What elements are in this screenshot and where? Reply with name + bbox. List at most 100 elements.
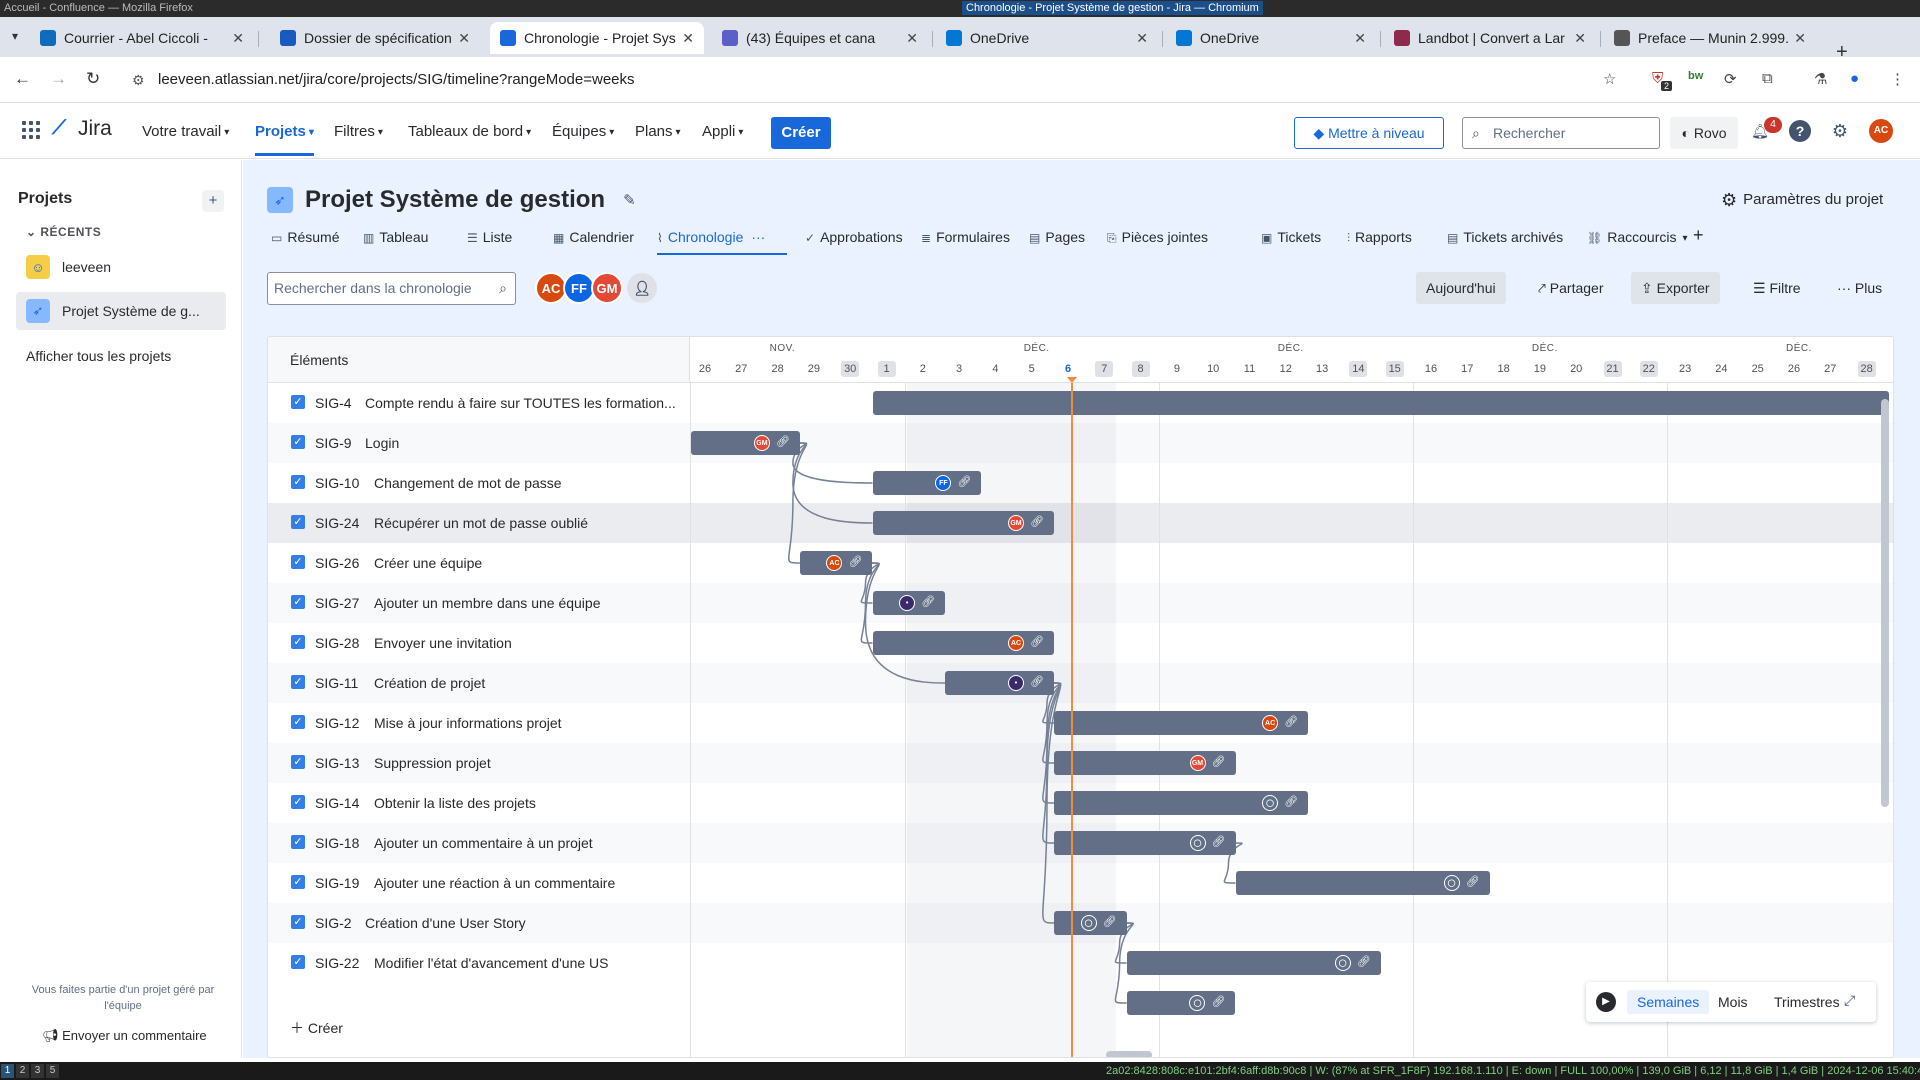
link-icon[interactable]: 🔗︎ xyxy=(1211,995,1225,1008)
labs-flask-icon[interactable]: ⚗ xyxy=(1814,70,1827,88)
browser-tab[interactable]: Dossier de spécification ✕ xyxy=(270,22,480,54)
link-icon[interactable]: 🔗︎ xyxy=(921,595,935,608)
link-icon[interactable]: 🔗︎ xyxy=(1357,955,1371,968)
timeline-bar[interactable]: ◯ 🔗︎ xyxy=(1126,951,1381,975)
timeline-bar[interactable]: GM 🔗︎ xyxy=(872,511,1054,535)
browser-tab[interactable]: Preface — Munin 2.999. ✕ xyxy=(1604,22,1816,54)
tab-tableau[interactable]: ▥ Tableau xyxy=(363,229,428,245)
link-icon[interactable]: 🔗︎ xyxy=(1030,635,1044,648)
tab-list-chevron-icon[interactable]: ▾ xyxy=(12,29,18,43)
rovo-button[interactable]: ◐ Rovo xyxy=(1670,117,1738,149)
settings-gear-icon[interactable]: ⚙ xyxy=(1829,120,1851,142)
workspace-2[interactable]: 2 xyxy=(16,1064,29,1078)
tab-rapports[interactable]: ⫶ Rapports xyxy=(1347,229,1412,246)
browser-menu-icon[interactable]: ⋮ xyxy=(1890,70,1905,88)
timeline-bar[interactable]: AC 🔗︎ xyxy=(1054,711,1309,735)
site-settings-icon[interactable]: ⚙ xyxy=(132,65,145,95)
create-button[interactable]: Créer xyxy=(771,117,831,149)
nav-tableaux-de-bord[interactable]: Tableaux de bord ▾ xyxy=(408,123,531,140)
back-arrow-icon[interactable]: ← xyxy=(14,69,31,89)
avatar-filter-gm[interactable]: GM xyxy=(591,272,623,304)
link-icon[interactable]: 🔗︎ xyxy=(1284,715,1298,728)
tab-approbations[interactable]: ✓ Approbations xyxy=(805,229,903,245)
add-tab-button[interactable]: + xyxy=(1693,225,1704,246)
browser-tab[interactable]: Courrier - Abel Ciccoli - ✕ xyxy=(30,22,254,54)
tab-raccourcis[interactable]: ⛓ Raccourcis ▾ xyxy=(1587,229,1688,245)
create-issue-button[interactable]: ＋ Créer xyxy=(290,1018,343,1038)
help-icon[interactable]: ? xyxy=(1789,120,1811,142)
timeline-bar[interactable]: • 🔗︎ xyxy=(945,671,1054,695)
timeline-bar[interactable]: ◯ 🔗︎ xyxy=(1126,991,1236,1015)
tab-pages[interactable]: ▤ Pages xyxy=(1029,229,1085,245)
close-tab-icon[interactable]: ✕ xyxy=(1794,30,1806,47)
browser-tab[interactable]: Chronologie - Projet Sys ✕ xyxy=(490,22,704,54)
link-icon[interactable]: 🔗︎ xyxy=(1284,795,1298,808)
workspace-3[interactable]: 3 xyxy=(31,1064,44,1078)
timeline-bar[interactable]: AC 🔗︎ xyxy=(799,551,873,575)
timeline-bar[interactable]: • 🔗︎ xyxy=(872,591,946,615)
sidebar-item-leeveen[interactable]: ☺ leeveen xyxy=(16,248,226,286)
browser-tab[interactable]: OneDrive ✕ xyxy=(1166,22,1376,54)
today-button[interactable]: Aujourd'hui xyxy=(1416,272,1506,304)
link-icon[interactable]: 🔗︎ xyxy=(1103,915,1117,928)
link-icon[interactable]: 🔗︎ xyxy=(1466,875,1480,888)
filter-button[interactable]: ☰ Filtre xyxy=(1743,272,1811,304)
add-project-button[interactable]: + xyxy=(202,190,224,212)
chevron-down-icon[interactable]: ▾ xyxy=(1682,233,1687,244)
close-tab-icon[interactable]: ✕ xyxy=(232,30,244,47)
chevron-right-icon[interactable]: ▶ xyxy=(1596,992,1616,1012)
link-icon[interactable]: 🔗︎ xyxy=(957,475,971,488)
export-button[interactable]: ⇪ Exporter xyxy=(1631,272,1720,304)
zoom-quarters-button[interactable]: Trimestres xyxy=(1764,990,1850,1014)
close-tab-icon[interactable]: ✕ xyxy=(906,30,918,47)
extension-bw-icon[interactable]: bw xyxy=(1688,70,1703,82)
link-icon[interactable]: 🔗︎ xyxy=(848,555,862,568)
browser-tab[interactable]: Landbot | Convert a Lar ✕ xyxy=(1384,22,1596,54)
link-icon[interactable]: 🔗︎ xyxy=(1212,755,1226,768)
send-feedback-link[interactable]: 📢︎ Envoyer un commentaire xyxy=(42,1028,207,1044)
nav-équipes[interactable]: Équipes ▾ xyxy=(552,123,614,140)
reload-icon[interactable]: ↻ xyxy=(86,69,100,89)
horizontal-scrollbar[interactable] xyxy=(1106,1051,1152,1057)
tab-chronologie[interactable]: ⌇ Chronologie ··· xyxy=(657,229,788,255)
sidebar-item-projet-systeme[interactable]: ➶ Projet Système de g... xyxy=(16,292,226,330)
timeline-search-input[interactable]: Rechercher dans la chronologie ⌕ xyxy=(267,272,516,305)
tab-tickets[interactable]: ▣ Tickets xyxy=(1261,229,1321,245)
tab-résumé[interactable]: ▭ Résumé xyxy=(271,229,339,245)
timeline-bar[interactable]: ◯ 🔗︎ xyxy=(1235,871,1490,895)
app-switcher-icon[interactable] xyxy=(22,121,40,139)
project-settings-button[interactable]: ⚙ Paramètres du projet xyxy=(1721,190,1883,211)
timeline-bar[interactable]: ◯ 🔗︎ xyxy=(1054,791,1309,815)
timeline-bar[interactable]: AC 🔗︎ xyxy=(872,631,1054,655)
share-button[interactable]: ⤤ Partager xyxy=(1528,272,1613,304)
profile-icon[interactable]: ● xyxy=(1850,70,1859,87)
timeline-bar[interactable]: ◯ 🔗︎ xyxy=(1054,831,1236,855)
workspace-1[interactable]: 1 xyxy=(1,1064,14,1078)
tab-formulaires[interactable]: ≣ Formulaires xyxy=(921,229,1010,245)
close-tab-icon[interactable]: ✕ xyxy=(682,30,694,47)
zoom-months-button[interactable]: Mois xyxy=(1708,990,1758,1014)
extension-sync-icon[interactable]: ⟳ xyxy=(1724,70,1737,88)
jira-logo[interactable]: ⟋ Jira xyxy=(52,117,112,141)
nav-filtres[interactable]: Filtres ▾ xyxy=(334,123,383,140)
timeline-bar[interactable] xyxy=(872,391,1889,415)
more-button[interactable]: ··· Plus xyxy=(1827,272,1892,304)
bookmark-star-icon[interactable]: ☆ xyxy=(1603,70,1616,88)
fullscreen-expand-icon[interactable]: ⤢ xyxy=(1844,992,1855,1009)
link-icon[interactable]: 🔗︎ xyxy=(1030,515,1044,528)
recent-section-toggle[interactable]: ⌄ RÉCENTS xyxy=(26,225,101,239)
address-bar[interactable]: ⚙ leeveen.atlassian.net/jira/core/projec… xyxy=(132,65,1632,95)
timeline-bar[interactable]: GM 🔗︎ xyxy=(1054,751,1236,775)
zoom-weeks-button[interactable]: Semaines xyxy=(1627,990,1710,1014)
forward-arrow-icon[interactable]: → xyxy=(50,69,67,89)
timeline-bar[interactable]: GM 🔗︎ xyxy=(691,431,800,455)
pin-icon[interactable]: ✎ xyxy=(623,191,636,209)
browser-tab[interactable]: (43) Équipes et cana ✕ xyxy=(712,22,928,54)
tab-tickets-archivés[interactable]: ▤ Tickets archivés xyxy=(1447,229,1563,245)
nav-appli[interactable]: Appli ▾ xyxy=(702,123,743,140)
tab-more-icon[interactable]: ··· xyxy=(751,229,765,245)
user-avatar[interactable]: AC xyxy=(1869,119,1893,143)
add-people-icon[interactable]: 👤︎ xyxy=(627,273,657,303)
upgrade-button[interactable]: ◆ Mettre à niveau xyxy=(1294,117,1444,149)
browser-tab[interactable]: OneDrive ✕ xyxy=(936,22,1158,54)
